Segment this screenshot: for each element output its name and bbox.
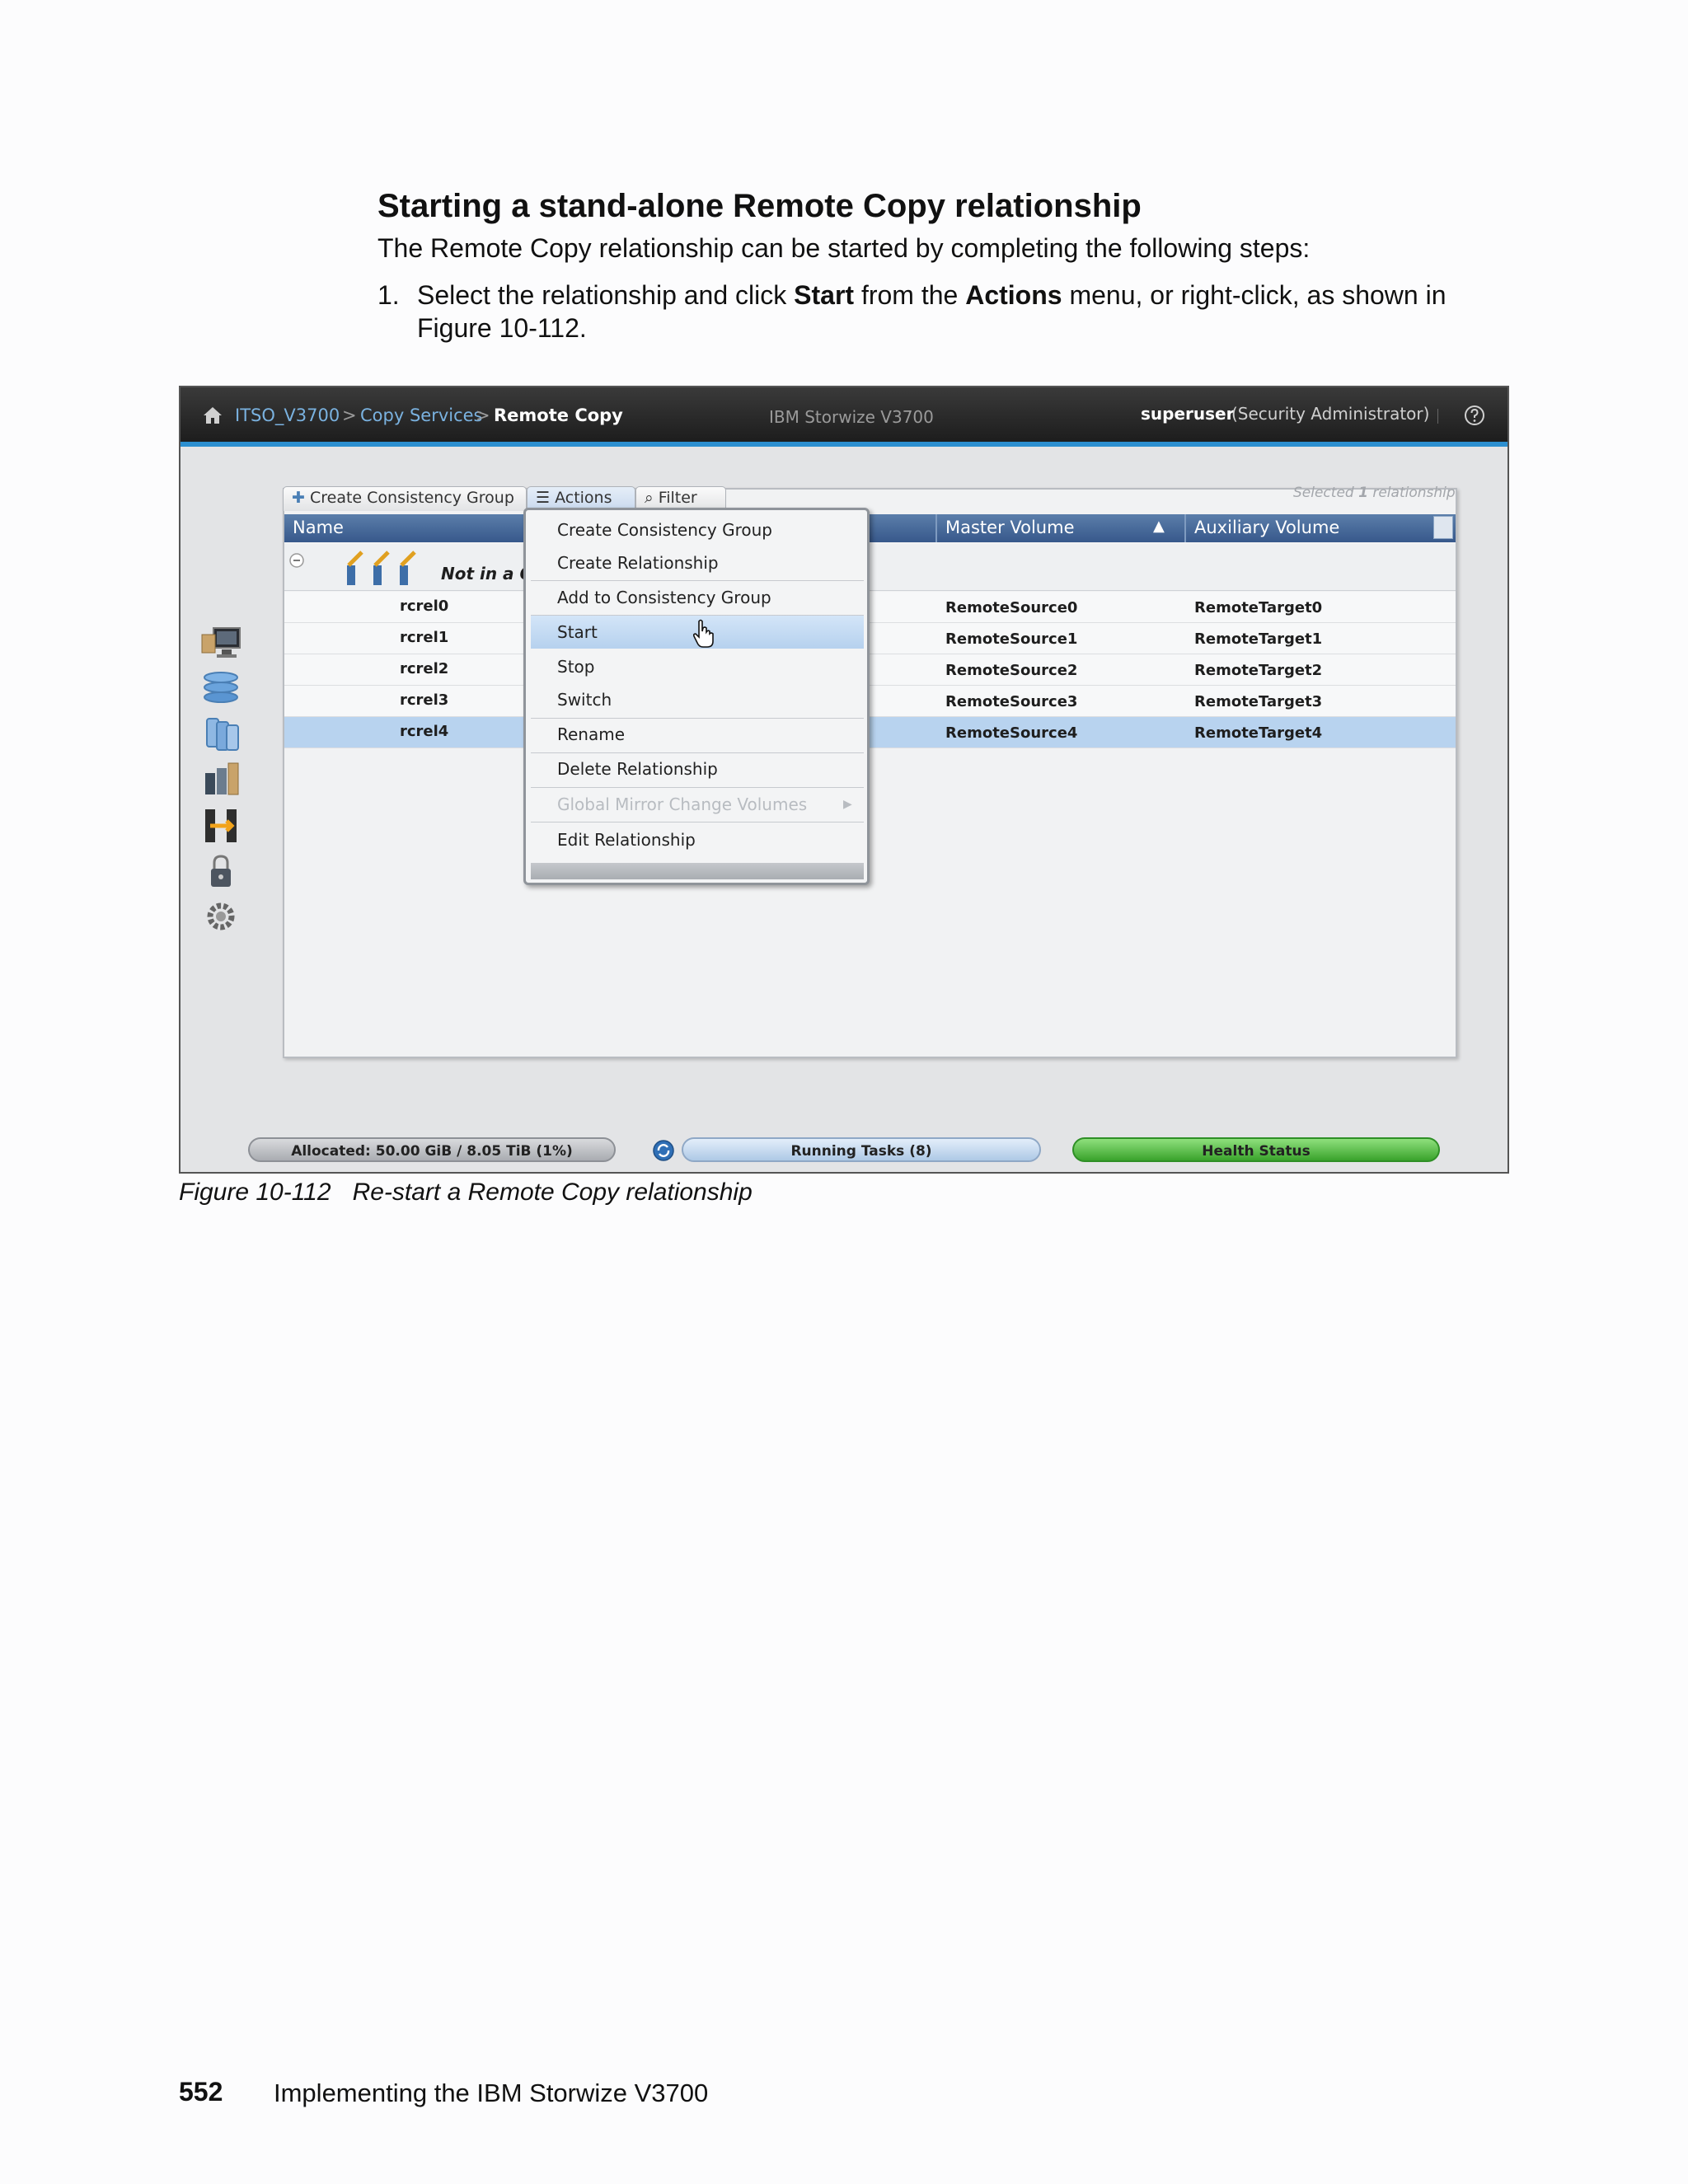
step-text: Select the relationship and click Start … <box>417 279 1498 344</box>
breadcrumb-separator: > <box>342 405 357 425</box>
column-master-volume[interactable]: Master Volume <box>945 518 1075 537</box>
row-name: rcrel1 <box>400 629 449 646</box>
row-auxiliary: RemoteTarget2 <box>1194 662 1323 679</box>
top-bar-divider <box>1437 409 1438 424</box>
copy-services-icon[interactable] <box>199 808 243 844</box>
caption-text: Re-start a Remote Copy relationship <box>352 1179 753 1206</box>
menu-global-mirror-change-volumes: Global Mirror Change Volumes <box>557 794 808 814</box>
book-title: Implementing the IBM Storwize V3700 <box>274 2079 709 2107</box>
menu-switch[interactable]: Switch <box>531 683 864 716</box>
figure-screenshot: ITSO_V3700 > Copy Services > Remote Copy… <box>179 386 1509 1174</box>
access-lock-icon[interactable] <box>199 854 243 890</box>
menu-create-relationship[interactable]: Create Relationship <box>531 546 864 579</box>
menu-delete-relationship[interactable]: Delete Relationship <box>531 752 864 785</box>
health-status-indicator[interactable]: Health Status <box>1072 1137 1440 1162</box>
selection-number: 1 <box>1358 485 1368 501</box>
relationship-group-icon <box>347 551 416 585</box>
filter-label: Filter <box>658 489 697 507</box>
volumes-icon[interactable] <box>199 715 243 752</box>
menu-separator <box>531 822 864 823</box>
plus-icon: ✚ <box>292 489 305 507</box>
step-bold-start: Start <box>794 280 855 310</box>
step-1: 1. Select the relationship and click Sta… <box>377 279 1498 344</box>
step-bold-actions: Actions <box>965 280 1062 310</box>
actions-label: Actions <box>555 489 612 507</box>
monitoring-icon[interactable] <box>199 625 243 661</box>
column-divider <box>1184 514 1186 542</box>
row-name: rcrel0 <box>400 598 449 615</box>
caption-label: Figure 10-112 <box>179 1179 331 1206</box>
row-name: rcrel4 <box>400 723 449 740</box>
row-auxiliary: RemoteTarget0 <box>1194 599 1323 616</box>
column-divider <box>935 514 937 542</box>
search-icon: ⌕ <box>645 489 654 507</box>
selection-text-a: Selected <box>1293 485 1359 501</box>
sort-ascending-icon[interactable]: ▲ <box>1153 518 1165 535</box>
create-consistency-group-button[interactable]: ✚ Create Consistency Group <box>283 486 527 511</box>
menu-add-to-consistency-group[interactable]: Add to Consistency Group <box>531 581 864 614</box>
row-auxiliary: RemoteTarget1 <box>1194 630 1323 648</box>
actions-menu: Create Consistency Group Create Relation… <box>523 508 870 885</box>
pools-icon[interactable] <box>199 669 243 705</box>
breadcrumb-system[interactable]: ITSO_V3700 <box>235 405 340 425</box>
hosts-icon[interactable] <box>199 762 243 798</box>
help-icon[interactable] <box>1463 404 1486 427</box>
row-master: RemoteSource2 <box>945 662 1078 679</box>
row-name: rcrel2 <box>400 660 449 677</box>
intro-paragraph: The Remote Copy relationship can be star… <box>377 233 1311 263</box>
running-tasks-icon[interactable] <box>652 1139 675 1162</box>
selection-count: Selected 1 relationship <box>1293 485 1456 501</box>
row-auxiliary: RemoteTarget3 <box>1194 693 1323 710</box>
collapse-icon[interactable] <box>288 551 306 569</box>
menu-footer <box>531 863 864 879</box>
hand-cursor-icon <box>692 619 714 648</box>
breadcrumb-current: Remote Copy <box>494 405 623 425</box>
column-auxiliary-volume[interactable]: Auxiliary Volume <box>1194 518 1339 537</box>
user-name[interactable]: superuser <box>1141 404 1234 424</box>
selection-text-b: relationship <box>1367 485 1456 501</box>
row-master: RemoteSource0 <box>945 599 1078 616</box>
column-chooser-icon[interactable] <box>1433 516 1453 539</box>
figure-caption: Figure 10-112 Re-start a Remote Copy rela… <box>179 1179 753 1207</box>
product-name: IBM Storwize V3700 <box>769 407 934 427</box>
user-role: (Security Administrator) <box>1231 404 1430 424</box>
breadcrumb-separator: > <box>476 405 490 425</box>
menu-edit-relationship[interactable]: Edit Relationship <box>531 823 864 856</box>
row-master: RemoteSource3 <box>945 693 1078 710</box>
list-icon: ☰ <box>536 489 551 507</box>
page-number: 552 <box>179 2077 223 2107</box>
row-master: RemoteSource4 <box>945 724 1078 742</box>
allocation-indicator[interactable]: Allocated: 50.00 GiB / 8.05 TiB (1%) <box>248 1137 616 1162</box>
step-text-a: Select the relationship and click <box>417 280 795 310</box>
menu-create-consistency-group[interactable]: Create Consistency Group <box>531 513 864 546</box>
row-master: RemoteSource1 <box>945 630 1078 648</box>
running-tasks-indicator[interactable]: Running Tasks (8) <box>682 1137 1041 1162</box>
top-bar-accent <box>181 442 1507 447</box>
row-auxiliary: RemoteTarget4 <box>1194 724 1323 742</box>
create-group-label: Create Consistency Group <box>309 489 514 507</box>
row-name: rcrel3 <box>400 691 449 709</box>
step-text-b: from the <box>854 280 966 310</box>
settings-gear-icon[interactable] <box>199 898 243 935</box>
menu-rename[interactable]: Rename <box>531 718 864 751</box>
home-icon[interactable] <box>202 405 223 425</box>
breadcrumb-copy-services[interactable]: Copy Services <box>360 405 483 425</box>
step-number: 1. <box>377 280 400 310</box>
section-heading: Starting a stand-alone Remote Copy relat… <box>377 188 1142 224</box>
menu-stop[interactable]: Stop <box>531 650 864 683</box>
submenu-arrow-icon: ▶ <box>843 798 852 811</box>
column-name[interactable]: Name <box>293 518 344 537</box>
